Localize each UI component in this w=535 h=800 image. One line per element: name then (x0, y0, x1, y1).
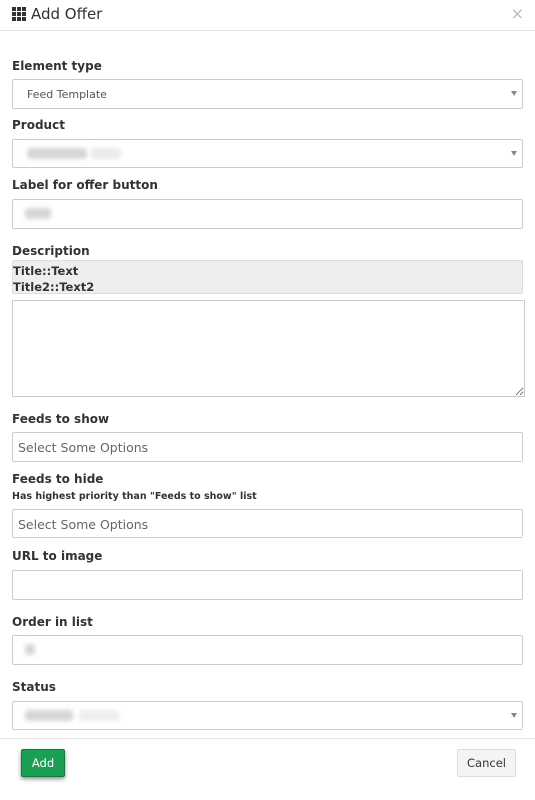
feeds-to-show-label: Feeds to show (12, 412, 110, 426)
order-in-list-label: Order in list (12, 615, 93, 629)
footer-divider (0, 738, 535, 739)
element-type-label: Element type (12, 59, 102, 73)
modal-title-text: Add Offer (31, 5, 103, 23)
feeds-to-hide-placeholder: Select Some Options (18, 517, 149, 532)
order-in-list-input[interactable] (12, 635, 523, 665)
feeds-to-hide-multiselect[interactable]: Select Some Options (12, 509, 523, 538)
product-value-redacted (27, 148, 87, 159)
feeds-to-show-placeholder: Select Some Options (18, 440, 149, 455)
product-label: Product (12, 118, 65, 132)
element-type-select[interactable]: Feed Template (12, 79, 523, 109)
feeds-to-show-multiselect[interactable]: Select Some Options (12, 432, 523, 462)
status-value-redacted-tail (79, 710, 119, 721)
description-hint: Title::Text Title2::Text2 (12, 260, 523, 294)
description-hint-line-2: Title2::Text2 (13, 280, 95, 294)
element-type-value: Feed Template (27, 88, 107, 101)
status-value-redacted (25, 710, 73, 721)
modal-header: Add Offer × (0, 0, 535, 31)
product-value-redacted-tail (91, 148, 121, 159)
close-icon[interactable]: × (511, 4, 524, 23)
description-label: Description (12, 244, 90, 258)
description-hint-line-1: Title::Text (13, 264, 79, 278)
url-to-image-label: URL to image (12, 549, 103, 563)
offer-button-label-label: Label for offer button (12, 178, 158, 192)
feeds-to-hide-note: Has highest priority than "Feeds to show… (12, 491, 257, 502)
modal-title: Add Offer (12, 5, 102, 23)
url-to-image-input[interactable] (12, 570, 523, 600)
status-select[interactable] (12, 701, 523, 730)
order-value-redacted (25, 644, 35, 655)
add-button[interactable]: Add (21, 749, 65, 777)
chevron-down-icon (511, 713, 517, 718)
status-label: Status (12, 680, 56, 694)
cancel-button[interactable]: Cancel (457, 749, 516, 777)
chevron-down-icon (511, 91, 517, 96)
description-textarea[interactable] (12, 300, 525, 397)
grid-icon (12, 7, 26, 21)
offer-button-value-redacted (25, 208, 51, 219)
chevron-down-icon (511, 151, 517, 156)
product-select[interactable] (12, 139, 523, 168)
offer-button-label-input[interactable] (12, 199, 523, 229)
feeds-to-hide-label: Feeds to hide (12, 472, 104, 486)
